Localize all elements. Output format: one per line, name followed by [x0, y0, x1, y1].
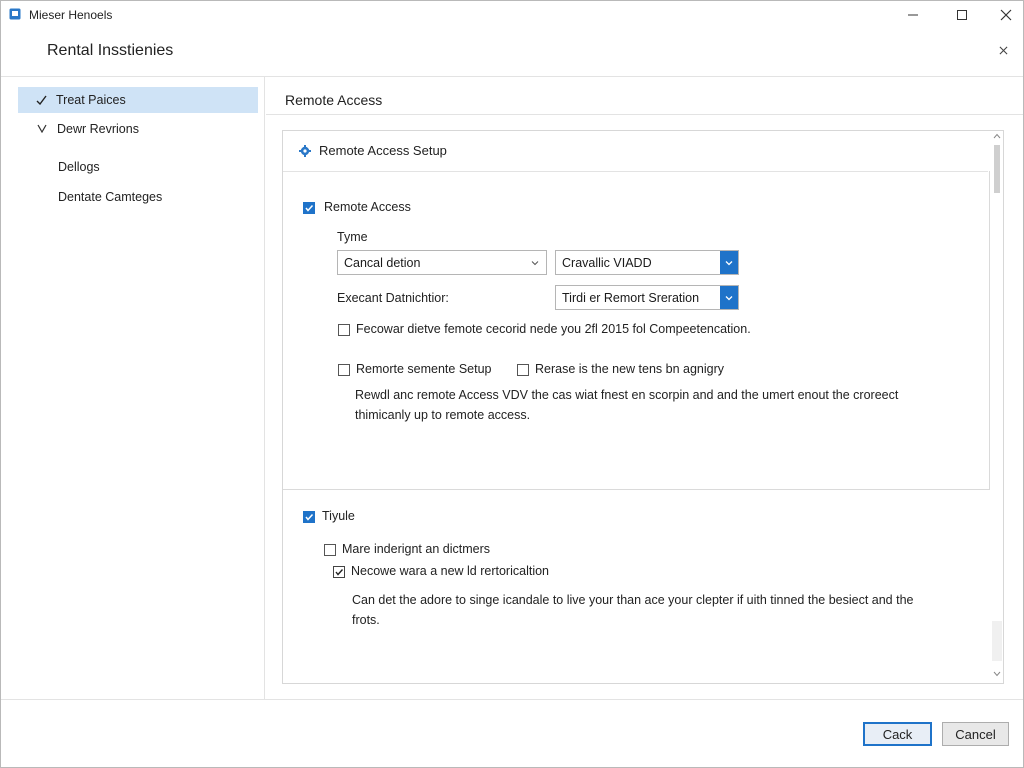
- minimize-icon: [908, 14, 918, 16]
- description-line: frots.: [352, 613, 380, 627]
- dialog-window: Mieser Henoels Rental Insstienies Treat …: [0, 0, 1024, 768]
- scroll-track[interactable]: [992, 621, 1002, 661]
- dialog-footer: Cack Cancel: [1, 699, 1023, 768]
- panel-scrollbar[interactable]: [992, 131, 1002, 681]
- dialog-header: Rental Insstienies: [1, 29, 1023, 77]
- sidebar-item-label: Treat Paices: [56, 93, 126, 107]
- secondary-combo-value: Cravallic VIADD: [562, 256, 652, 270]
- sidebar-item-dellogs[interactable]: Dellogs: [18, 156, 258, 180]
- compensation-label: Fecowar dietve femote cecorid nede you 2…: [356, 322, 751, 336]
- section-title: Remote Access: [285, 92, 383, 108]
- close-icon: [999, 46, 1007, 54]
- checkmark-icon: [305, 204, 314, 212]
- compensation-checkbox[interactable]: [338, 324, 350, 336]
- chevron-down-icon: [725, 260, 733, 265]
- checkmark-icon: [335, 569, 344, 576]
- description-line: Can det the adore to singe icandale to l…: [352, 593, 914, 607]
- scroll-down-icon[interactable]: [993, 671, 1001, 677]
- description-line: thimicanly up to remote access.: [355, 408, 531, 422]
- description-line: Rewdl anc remote Access VDV the cas wiat…: [355, 388, 899, 402]
- dictmers-checkbox[interactable]: [324, 544, 336, 556]
- window-title: Mieser Henoels: [29, 8, 113, 22]
- panel-title: Remote Access Setup: [319, 143, 447, 158]
- minimize-button[interactable]: [891, 1, 935, 29]
- type-combo[interactable]: Cancal detion: [337, 250, 547, 275]
- tiyule-label: Tiyule: [322, 509, 355, 523]
- rertoricaltion-label: Necowe wara a new ld rertoricaltion: [351, 564, 550, 578]
- secondary-combo[interactable]: Cravallic VIADD: [555, 250, 739, 275]
- scroll-thumb[interactable]: [994, 145, 1000, 193]
- dialog-title: Rental Insstienies: [47, 42, 174, 59]
- check-icon: [36, 95, 47, 105]
- excerpt-label: Execant Datnichtior:: [337, 291, 449, 305]
- rertoricaltion-checkbox[interactable]: [333, 566, 345, 578]
- remote-access-description: Rewdl anc remote Access VDV the cas wiat…: [355, 385, 898, 425]
- tiyule-checkbox[interactable]: [303, 511, 315, 523]
- chevron-down-icon: [725, 295, 733, 300]
- title-bar: Mieser Henoels: [1, 1, 1023, 29]
- cancel-button[interactable]: Cancel: [942, 722, 1009, 746]
- excerpt-combo-value: Tirdi er Remort Sreration: [562, 291, 700, 305]
- type-label: Tyme: [337, 230, 368, 244]
- app-window-icon: [9, 8, 21, 20]
- panel-header: Remote Access Setup: [283, 131, 988, 172]
- sidebar-item-treat-paices[interactable]: Treat Paices: [18, 87, 258, 113]
- chevron-down-icon: [37, 124, 47, 133]
- chevron-down-icon: [531, 261, 539, 266]
- remote-access-checkbox[interactable]: [303, 202, 315, 214]
- second-section-description: Can det the adore to singe icandale to l…: [352, 590, 913, 630]
- sidebar-item-label: Dewr Revrions: [57, 122, 139, 136]
- type-combo-value: Cancal detion: [344, 256, 421, 270]
- dropdown-button[interactable]: [720, 286, 738, 309]
- remote-access-label: Remote Access: [324, 200, 411, 214]
- remote-setup-checkbox[interactable]: [338, 364, 350, 376]
- sidebar-item-label: Dellogs: [58, 160, 100, 174]
- remote-access-group: Remote Access Tyme Cancal detion Cravall…: [283, 171, 990, 490]
- scroll-up-icon[interactable]: [993, 133, 1001, 139]
- main-header: Remote Access: [266, 77, 1023, 115]
- window-close-button[interactable]: [984, 1, 1024, 29]
- cack-button[interactable]: Cack: [863, 722, 932, 746]
- remote-access-panel: Remote Access Setup Remote Access Tyme C…: [282, 130, 1004, 684]
- close-icon: [1000, 9, 1012, 21]
- remote-setup-label: Remorte semente Setup: [356, 362, 492, 376]
- sidebar-item-dentate-camteges[interactable]: Dentate Camteges: [18, 186, 258, 210]
- dictmers-label: Mare inderignt an dictmers: [342, 542, 490, 556]
- maximize-icon: [957, 10, 967, 20]
- sidebar: Treat Paices Dewr Revrions Dellogs Denta…: [1, 77, 265, 699]
- excerpt-combo[interactable]: Tirdi er Remort Sreration: [555, 285, 739, 310]
- rerase-label: Rerase is the new tens bn agnigry: [535, 362, 724, 376]
- checkmark-icon: [305, 513, 314, 521]
- dropdown-button[interactable]: [720, 251, 738, 274]
- sidebar-item-label: Dentate Camteges: [58, 190, 163, 204]
- rerase-checkbox[interactable]: [517, 364, 529, 376]
- gear-icon: [299, 145, 311, 157]
- sidebar-item-dewr-revrions[interactable]: Dewr Revrions: [18, 117, 258, 141]
- dialog-close-button[interactable]: [995, 42, 1011, 58]
- maximize-button[interactable]: [940, 1, 984, 29]
